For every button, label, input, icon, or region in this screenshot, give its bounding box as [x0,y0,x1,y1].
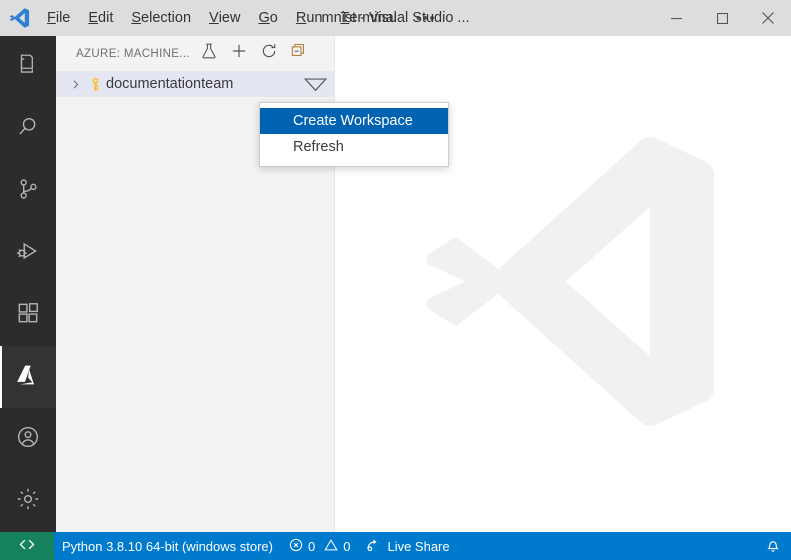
azure-icon [15,362,41,393]
status-problems[interactable]: 0 0 [281,532,358,560]
remote-indicator-icon [18,537,36,555]
plus-icon [230,42,248,65]
remote-indicator-button[interactable] [0,532,54,560]
menu-run-rest: un [306,10,323,26]
account-icon [15,424,41,455]
sidebar-header: AZURE: MACHINE... [56,36,334,71]
notifications-button[interactable] [755,532,791,560]
vscode-logo-icon [0,0,38,36]
azure-tree: documentationteam [56,71,334,97]
activity-bar [0,36,56,532]
refresh-button[interactable] [258,43,280,65]
status-bar: Python 3.8.10 64-bit (windows store) 0 0 [0,532,791,560]
filter-icon[interactable] [298,77,332,92]
files-icon [15,52,41,83]
menu-view[interactable]: View [200,0,249,36]
python-version-label: Python 3.8.10 64-bit (windows store) [62,538,273,554]
search-icon [15,114,41,145]
maximize-button[interactable] [699,0,745,36]
vscode-window: File Edit Selection View Go Run Terminal… [0,0,791,560]
context-menu-item-refresh[interactable]: Refresh [260,134,448,160]
tree-item-label: documentationteam [106,76,234,92]
extensions-icon [15,300,41,331]
context-menu-item-create-workspace[interactable]: Create Workspace [260,108,448,134]
activity-item-explorer[interactable] [0,36,56,98]
flask-icon [200,42,218,65]
activity-item-extensions[interactable] [0,284,56,346]
activity-item-azure[interactable] [0,346,56,408]
menu-edit-rest: dit [98,10,114,26]
menu-terminal-rest: erminal [349,10,397,26]
menu-go-rest: o [269,10,278,26]
menu-selection[interactable]: Selection [122,0,200,36]
error-icon [289,538,303,555]
key-icon [84,76,106,93]
status-python-version[interactable]: Python 3.8.10 64-bit (windows store) [54,532,281,560]
menu-file[interactable]: File [38,0,79,36]
close-button[interactable] [745,0,791,36]
workbench-body: AZURE: MACHINE... documentationteam Crea… [0,36,791,532]
menu-terminal[interactable]: Terminal [331,0,405,36]
activity-item-run-debug[interactable] [0,222,56,284]
run-debug-icon [15,238,41,269]
window-controls [653,0,791,36]
title-bar: File Edit Selection View Go Run Terminal… [0,0,791,36]
activity-item-manage[interactable] [0,470,56,532]
warning-count: 0 [343,538,351,554]
menu-bar: File Edit Selection View Go Run Terminal… [38,0,446,36]
add-button[interactable] [228,43,250,65]
bell-icon [765,537,781,556]
activity-item-source-control[interactable] [0,160,56,222]
menu-selection-rest: election [141,10,192,26]
status-live-share[interactable]: Live Share [358,532,457,560]
live-share-icon [366,537,382,555]
sidebar-actions [198,43,310,65]
live-share-label: Live Share [387,538,450,554]
error-count: 0 [308,538,316,554]
context-menu: Create Workspace Refresh [259,102,449,167]
activity-item-accounts[interactable] [0,408,56,470]
branch-icon [15,176,41,207]
tree-row[interactable]: documentationteam [56,71,334,97]
menu-overflow-button[interactable]: ••• [406,0,446,36]
menu-run[interactable]: Run [287,0,332,36]
collapse-all-icon [290,42,308,65]
menu-go[interactable]: Go [249,0,286,36]
minimize-button[interactable] [653,0,699,36]
activity-item-search[interactable] [0,98,56,160]
menu-view-rest: iew [218,10,241,26]
chevron-right-icon[interactable] [66,78,84,91]
gear-icon [15,486,41,517]
warning-icon [324,538,338,555]
refresh-icon [260,42,278,65]
menu-file-rest: ile [55,10,71,26]
experiment-button[interactable] [198,43,220,65]
collapse-button[interactable] [288,43,310,65]
menu-edit[interactable]: Edit [79,0,122,36]
sidebar-title: AZURE: MACHINE... [76,47,190,60]
